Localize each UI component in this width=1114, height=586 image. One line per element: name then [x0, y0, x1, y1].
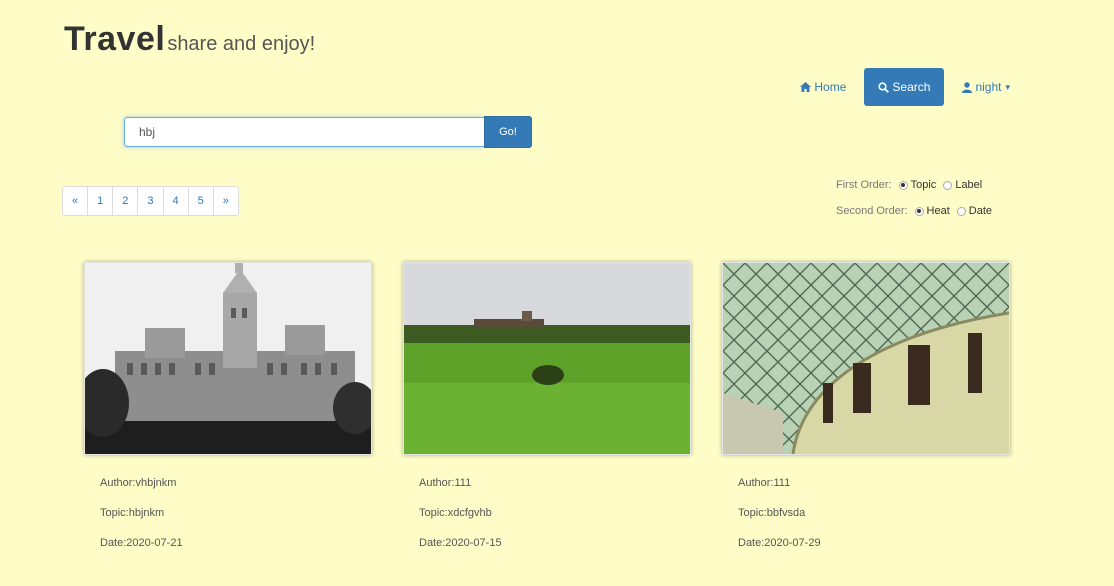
glass-roof-court-photo[interactable] — [722, 262, 1010, 455]
photo-card[interactable]: Author:vhbjnkm Topic:hbjnkm Date:2020-07… — [84, 262, 372, 567]
brand[interactable]: Travel share and enjoy! — [64, 20, 315, 59]
pager-page-5[interactable]: 5 — [187, 186, 214, 216]
nav-search-label: Search — [892, 80, 931, 94]
card-topic: Topic:xdcfgvhb — [419, 507, 492, 519]
brand-slogan: share and enjoy! — [167, 33, 316, 55]
nav-home[interactable]: Home — [788, 68, 858, 106]
card-date: Date:2020-07-29 — [738, 537, 821, 549]
nav-user-dropdown[interactable]: night ▾ — [950, 68, 1022, 106]
page: Travel share and enjoy! Home Search night… — [0, 0, 1114, 586]
go-button[interactable]: Go! — [484, 116, 532, 148]
first-order-group: First Order: Topic Label — [836, 179, 986, 191]
brand-title: Travel — [64, 20, 166, 58]
card-date: Date:2020-07-15 — [419, 537, 502, 549]
top-nav: Home Search night ▾ — [788, 68, 1022, 106]
nav-home-label: Home — [814, 80, 847, 94]
pager-page-2[interactable]: 2 — [112, 186, 139, 216]
card-topic: Topic:hbjnkm — [100, 507, 165, 519]
photo-card[interactable]: Author:111 Topic:xdcfgvhb Date:2020-07-1… — [403, 262, 691, 567]
second-order-heat-label: Heat — [926, 205, 950, 217]
first-order-topic-label: Topic — [910, 179, 937, 191]
search-input[interactable] — [124, 117, 484, 147]
second-order-date-label: Date — [968, 205, 993, 217]
first-order-label-label: Label — [955, 179, 983, 191]
card-date: Date:2020-07-21 — [100, 537, 183, 549]
pager-page-3[interactable]: 3 — [137, 186, 164, 216]
photo-card[interactable]: Author:111 Topic:bbfvsda Date:2020-07-29 — [722, 262, 1010, 567]
pager-prev[interactable]: « — [62, 186, 89, 216]
caret-down-icon: ▾ — [1005, 81, 1010, 92]
palace-photo[interactable] — [84, 262, 372, 455]
user-icon — [962, 81, 973, 93]
card-topic: Topic:bbfvsda — [738, 507, 806, 519]
second-order-date-radio[interactable] — [956, 206, 966, 216]
card-meta: Author:vhbjnkm Topic:hbjnkm Date:2020-07… — [100, 477, 372, 567]
second-order-heat-radio[interactable] — [914, 206, 924, 216]
card-meta: Author:111 Topic:xdcfgvhb Date:2020-07-1… — [419, 477, 691, 567]
green-field-photo[interactable] — [403, 262, 691, 455]
second-order-group: Second Order: Heat Date — [836, 205, 996, 217]
pager-page-1[interactable]: 1 — [87, 186, 114, 216]
first-order-topic-radio[interactable] — [898, 180, 908, 190]
second-order-label: Second Order: — [836, 205, 908, 217]
card-meta: Author:111 Topic:bbfvsda Date:2020-07-29 — [738, 477, 1010, 567]
search-icon — [878, 81, 890, 93]
card-author: Author:111 — [738, 477, 791, 489]
search-bar: Go! — [124, 116, 532, 148]
first-order-label: First Order: — [836, 179, 892, 191]
card-author: Author:111 — [419, 477, 472, 489]
card-author: Author:vhbjnkm — [100, 477, 177, 489]
pagination: « 1 2 3 4 5 » — [62, 186, 239, 216]
pager-next[interactable]: » — [212, 186, 239, 216]
pager-page-4[interactable]: 4 — [162, 186, 189, 216]
first-order-label-radio[interactable] — [943, 180, 953, 190]
nav-user-label: night — [975, 80, 1002, 94]
nav-search[interactable]: Search — [864, 68, 945, 106]
home-icon — [800, 82, 812, 92]
